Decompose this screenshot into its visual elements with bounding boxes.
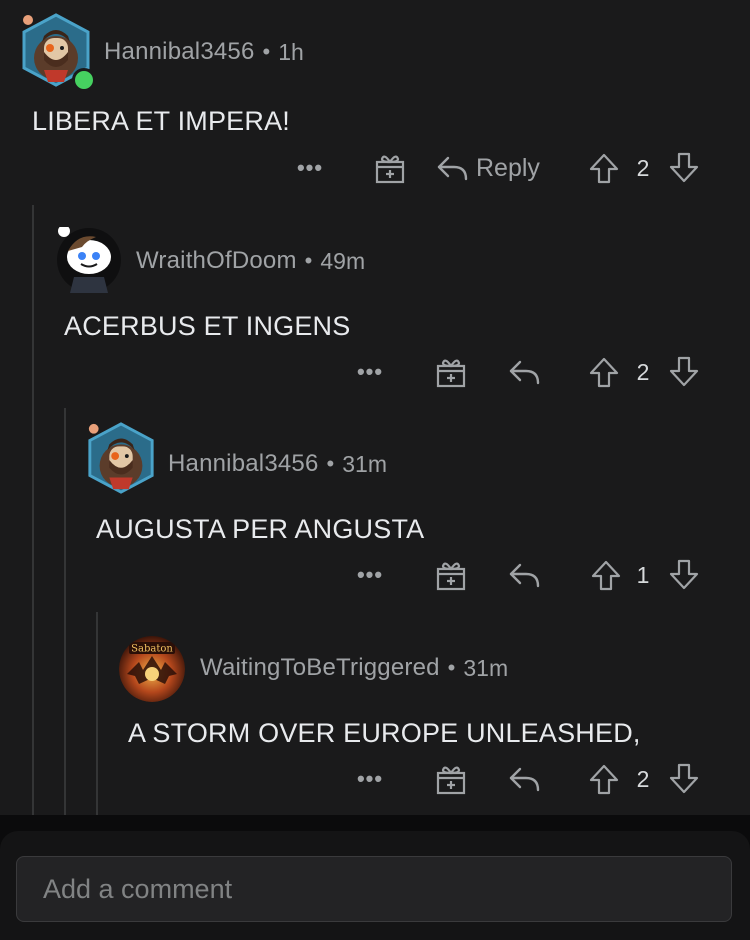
award-icon xyxy=(375,155,405,184)
upvote-button[interactable] xyxy=(586,759,622,799)
downvote-icon xyxy=(669,152,699,183)
reply-button[interactable] xyxy=(504,555,544,595)
vote-count: 2 xyxy=(626,148,660,188)
upvote-icon xyxy=(591,560,621,591)
reply-icon xyxy=(509,767,540,792)
more-icon: ••• xyxy=(296,155,324,180)
award-icon xyxy=(436,562,466,591)
username[interactable]: Hannibal3456 xyxy=(168,450,319,478)
upvote-icon xyxy=(589,357,619,388)
reply-button[interactable]: Reply xyxy=(436,148,556,188)
comment-body: LIBERA ET IMPERA! xyxy=(32,106,290,136)
comment: Hannibal3456 • 1h LIBERA ET IMPERA! ••• … xyxy=(0,0,750,200)
upvote-button[interactable] xyxy=(588,555,624,595)
reply-icon xyxy=(509,563,540,588)
downvote-button[interactable] xyxy=(666,759,702,799)
add-comment-input[interactable]: Add a comment xyxy=(16,856,732,922)
user-avatar-image xyxy=(88,422,154,494)
reply-button[interactable] xyxy=(504,352,544,392)
separator-dot: • xyxy=(304,248,313,273)
downvote-icon xyxy=(669,356,699,387)
award-button[interactable] xyxy=(370,148,410,188)
downvote-icon xyxy=(669,763,699,794)
username[interactable]: WaitingToBeTriggered xyxy=(200,654,440,682)
avatar-logo-text: Sabaton xyxy=(131,644,173,655)
vote-count-label: 1 xyxy=(636,561,650,588)
comment-actions: ••• 1 xyxy=(0,555,750,595)
award-button[interactable] xyxy=(431,759,471,799)
username[interactable]: WraithOfDoom xyxy=(136,247,297,275)
timestamp: 49m xyxy=(320,247,366,274)
comment: Hannibal3456 • 31m AUGUSTA PER ANGUSTA •… xyxy=(0,408,750,608)
vote-count: 1 xyxy=(628,555,658,595)
upvote-button[interactable] xyxy=(586,352,622,392)
online-status-indicator xyxy=(72,68,96,92)
user-avatar-image xyxy=(57,225,121,293)
vote-count-label: 2 xyxy=(636,358,650,385)
more-options-button[interactable]: ••• xyxy=(290,148,330,188)
more-icon: ••• xyxy=(356,766,384,791)
upvote-icon xyxy=(589,153,619,184)
upvote-button[interactable] xyxy=(586,148,622,188)
reply-button[interactable] xyxy=(504,759,544,799)
more-options-button[interactable]: ••• xyxy=(350,759,390,799)
more-icon: ••• xyxy=(356,562,384,587)
avatar[interactable] xyxy=(56,225,122,293)
more-icon: ••• xyxy=(356,359,384,384)
comment-body: AUGUSTA PER ANGUSTA xyxy=(96,514,425,544)
vote-count-label: 2 xyxy=(636,765,650,792)
avatar[interactable] xyxy=(84,420,158,496)
downvote-icon xyxy=(669,559,699,590)
more-options-button[interactable]: ••• xyxy=(350,352,390,392)
downvote-button[interactable] xyxy=(666,148,702,188)
comment: WraithOfDoom • 49m ACERBUS ET INGENS •••… xyxy=(0,205,750,405)
vote-count: 2 xyxy=(626,352,660,392)
comment-thread: Hannibal3456 • 1h LIBERA ET IMPERA! ••• … xyxy=(0,0,750,815)
award-icon xyxy=(436,359,466,388)
user-avatar-image: Sabaton xyxy=(119,636,185,702)
comment-actions: ••• 2 xyxy=(0,759,750,799)
comment-actions: ••• Reply 2 xyxy=(0,148,750,188)
reply-label: Reply xyxy=(476,153,540,182)
award-icon xyxy=(436,766,466,795)
username[interactable]: Hannibal3456 xyxy=(104,38,255,66)
reply-icon xyxy=(437,156,468,181)
avatar[interactable] xyxy=(18,12,96,92)
separator-dot: • xyxy=(262,39,271,64)
upvote-icon xyxy=(589,764,619,795)
separator-dot: • xyxy=(326,451,335,476)
add-comment-placeholder: Add a comment xyxy=(43,873,233,904)
comment-body: A STORM OVER EUROPE UNLEASHED, xyxy=(128,718,641,748)
comment: Sabaton WaitingToBeTriggered • 31m A STO… xyxy=(0,612,750,812)
vote-count-label: 2 xyxy=(636,154,650,181)
comment-actions: ••• 2 xyxy=(0,352,750,392)
award-button[interactable] xyxy=(431,555,471,595)
timestamp: 1h xyxy=(278,38,304,65)
award-button[interactable] xyxy=(431,352,471,392)
avatar[interactable]: Sabaton xyxy=(119,636,185,702)
more-options-button[interactable]: ••• xyxy=(350,555,390,595)
vote-count: 2 xyxy=(626,759,660,799)
timestamp: 31m xyxy=(342,450,387,477)
comment-body: ACERBUS ET INGENS xyxy=(64,311,351,341)
separator-dot: • xyxy=(447,655,456,680)
downvote-button[interactable] xyxy=(666,352,702,392)
reply-icon xyxy=(509,360,540,385)
timestamp: 31m xyxy=(463,654,509,681)
downvote-button[interactable] xyxy=(666,555,702,595)
